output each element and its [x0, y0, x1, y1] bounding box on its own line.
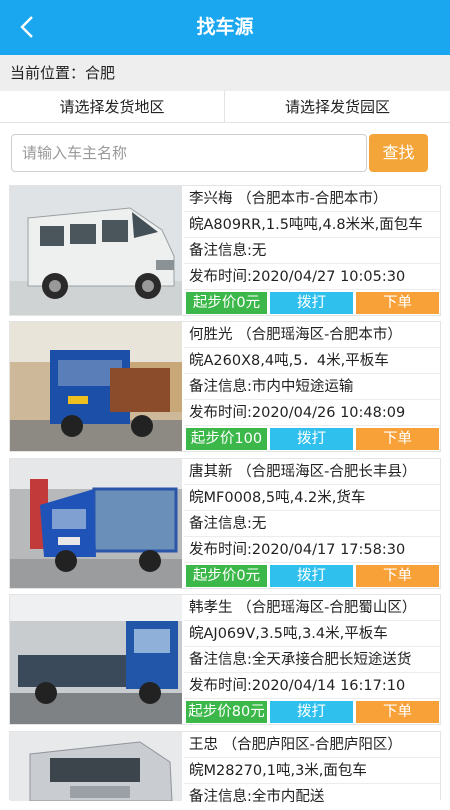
- vehicle-info: 皖M28270,1吨,3米,面包车: [184, 758, 440, 784]
- listing-card[interactable]: 王忠 （合肥庐阳区-合肥庐阳区） 皖M28270,1吨,3米,面包车 备注信息:…: [9, 731, 441, 805]
- starting-price-badge: 起步价0元: [186, 292, 267, 314]
- note-info: 备注信息:无: [184, 511, 440, 537]
- owner-name: 韩孝生 （合肥瑶海区-合肥蜀山区）: [184, 595, 440, 621]
- order-button[interactable]: 下单: [356, 292, 439, 314]
- vehicle-photo: [10, 186, 182, 315]
- owner-name: 唐其新 （合肥瑶海区-合肥长丰县）: [184, 459, 440, 485]
- call-button[interactable]: 拨打: [270, 701, 353, 723]
- page-title: 找车源: [196, 16, 254, 38]
- listing-card[interactable]: 唐其新 （合肥瑶海区-合肥长丰县） 皖MF0008,5吨,4.2米,货车 备注信…: [9, 458, 441, 589]
- listing-card[interactable]: 韩孝生 （合肥瑶海区-合肥蜀山区） 皖AJ069V,3.5吨,3.4米,平板车 …: [9, 594, 441, 725]
- starting-price-badge: 起步价100: [186, 428, 267, 450]
- owner-name: 何胜光 （合肥瑶海区-合肥本市）: [184, 322, 440, 348]
- vehicle-info: 皖AJ069V,3.5吨,3.4米,平板车: [184, 621, 440, 647]
- owner-name: 李兴梅 （合肥本市-合肥本市）: [184, 186, 440, 212]
- publish-time: 发布时间:2020/04/27 10:05:30: [184, 264, 440, 290]
- select-area-button[interactable]: 请选择发货地区: [0, 91, 225, 122]
- top-bar: 找车源: [0, 0, 450, 55]
- order-button[interactable]: 下单: [356, 565, 439, 587]
- vehicle-photo: [10, 732, 182, 801]
- order-button[interactable]: 下单: [356, 701, 439, 723]
- note-info: 备注信息:全天承接合肥长短途送货: [184, 647, 440, 673]
- owner-search-input[interactable]: [11, 134, 367, 172]
- call-button[interactable]: 拨打: [270, 428, 353, 450]
- note-info: 备注信息:全市内配送: [189, 789, 325, 805]
- vehicle-photo: [10, 322, 182, 451]
- publish-time: 发布时间:2020/04/26 10:48:09: [184, 400, 440, 426]
- vehicle-photo: [10, 595, 182, 724]
- select-park-button[interactable]: 请选择发货园区: [225, 91, 450, 122]
- filter-row: 请选择发货地区 请选择发货园区: [0, 91, 450, 123]
- call-button[interactable]: 拨打: [270, 565, 353, 587]
- starting-price-badge: 起步价0元: [186, 565, 267, 587]
- listing-card[interactable]: 李兴梅 （合肥本市-合肥本市） 皖A809RR,1.5吨吨,4.8米米,面包车 …: [9, 185, 441, 316]
- note-info: 备注信息:无: [184, 238, 440, 264]
- vehicle-info: 皖MF0008,5吨,4.2米,货车: [184, 485, 440, 511]
- vehicle-info: 皖A809RR,1.5吨吨,4.8米米,面包车: [184, 212, 440, 238]
- call-button[interactable]: 拨打: [270, 292, 353, 314]
- starting-price-badge: 起步价80元: [186, 701, 267, 723]
- publish-time: 发布时间:2020/04/14 16:17:10: [184, 673, 440, 699]
- publish-time: 发布时间:2020/04/17 17:58:30: [184, 537, 440, 563]
- search-button[interactable]: 查找: [369, 134, 428, 172]
- listing-card[interactable]: 何胜光 （合肥瑶海区-合肥本市） 皖A260X8,4吨,5．4米,平板车 备注信…: [9, 321, 441, 452]
- note-info: 备注信息:市内中短途运输: [184, 374, 440, 400]
- order-button[interactable]: 下单: [356, 428, 439, 450]
- vehicle-info: 皖A260X8,4吨,5．4米,平板车: [184, 348, 440, 374]
- vehicle-photo: [10, 459, 182, 588]
- owner-name: 王忠 （合肥庐阳区-合肥庐阳区）: [184, 732, 440, 758]
- current-location: 当前位置：合肥: [0, 55, 450, 91]
